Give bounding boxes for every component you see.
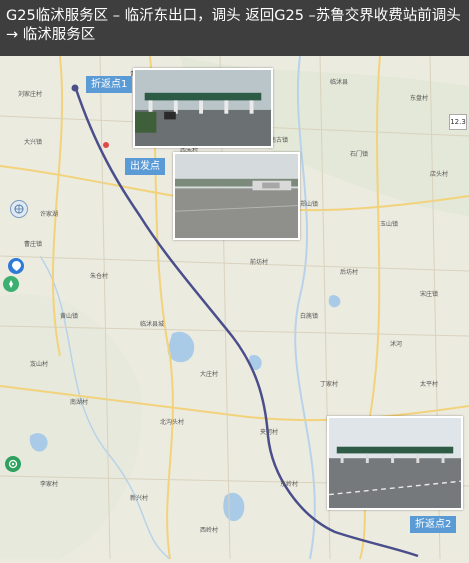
turnaround2-tag[interactable]: 折返点2 <box>410 516 457 533</box>
route-title: G25临沭服务区 – 临沂东出口，调头 返回G25 –苏鲁交界收费站前调头→ 临… <box>6 8 461 43</box>
place-label: 北沟头村 <box>160 418 184 426</box>
compass-icon[interactable] <box>3 276 19 292</box>
place-label: 沭河 <box>390 340 402 348</box>
place-label: 太平村 <box>420 380 438 388</box>
place-label: 东岭村 <box>280 480 298 488</box>
start-point-photo[interactable] <box>173 152 300 240</box>
route-title-bar: G25临沭服务区 – 临沂东出口，调头 返回G25 –苏鲁交界收费站前调头→ 临… <box>0 0 469 56</box>
place-label: 宋庄镇 <box>420 290 438 298</box>
place-label: 临沭县 <box>330 78 348 86</box>
place-label: 夹河村 <box>260 428 278 436</box>
place-label: 石门镇 <box>350 150 368 158</box>
place-label: 白旄镇 <box>300 312 318 320</box>
location-pin-icon[interactable] <box>8 258 24 274</box>
place-label: 后坊村 <box>340 268 358 276</box>
place-label: 东盘村 <box>410 94 428 102</box>
target-icon[interactable] <box>5 456 21 472</box>
scale-badge: 12.3 <box>449 114 467 130</box>
start-point <box>103 142 109 148</box>
place-label: 朱仓村 <box>90 272 108 280</box>
place-label: 店头村 <box>430 170 448 178</box>
turnaround1-point <box>71 84 79 92</box>
place-label: 大庄村 <box>200 370 218 378</box>
place-label: 西岭村 <box>200 526 218 534</box>
start-tag[interactable]: 出发点 <box>125 158 165 175</box>
turnaround1-tag[interactable]: 折返点1 <box>86 76 133 93</box>
place-label: 丁家村 <box>320 380 338 388</box>
place-label: 前坊村 <box>250 258 268 266</box>
toll-station-photo-1[interactable] <box>133 68 273 148</box>
place-label: 许家湖 <box>40 210 58 218</box>
place-label: 黄山镇 <box>60 312 78 320</box>
place-label: 大兴镇 <box>24 138 42 146</box>
place-label: 南湖村 <box>70 398 88 406</box>
place-label: 玉山镇 <box>380 220 398 228</box>
place-label: 刘家庄村 <box>18 90 42 98</box>
globe-icon[interactable] <box>10 200 28 218</box>
place-label: 郑山镇 <box>300 200 318 208</box>
place-label: 新兴村 <box>130 494 148 502</box>
place-label: 岌山村 <box>30 360 48 368</box>
place-label: 李家村 <box>40 480 58 488</box>
toll-station-photo-2[interactable] <box>327 416 463 510</box>
place-label: 曹庄镇 <box>24 240 42 248</box>
place-label: 临沭县城 <box>140 320 164 328</box>
